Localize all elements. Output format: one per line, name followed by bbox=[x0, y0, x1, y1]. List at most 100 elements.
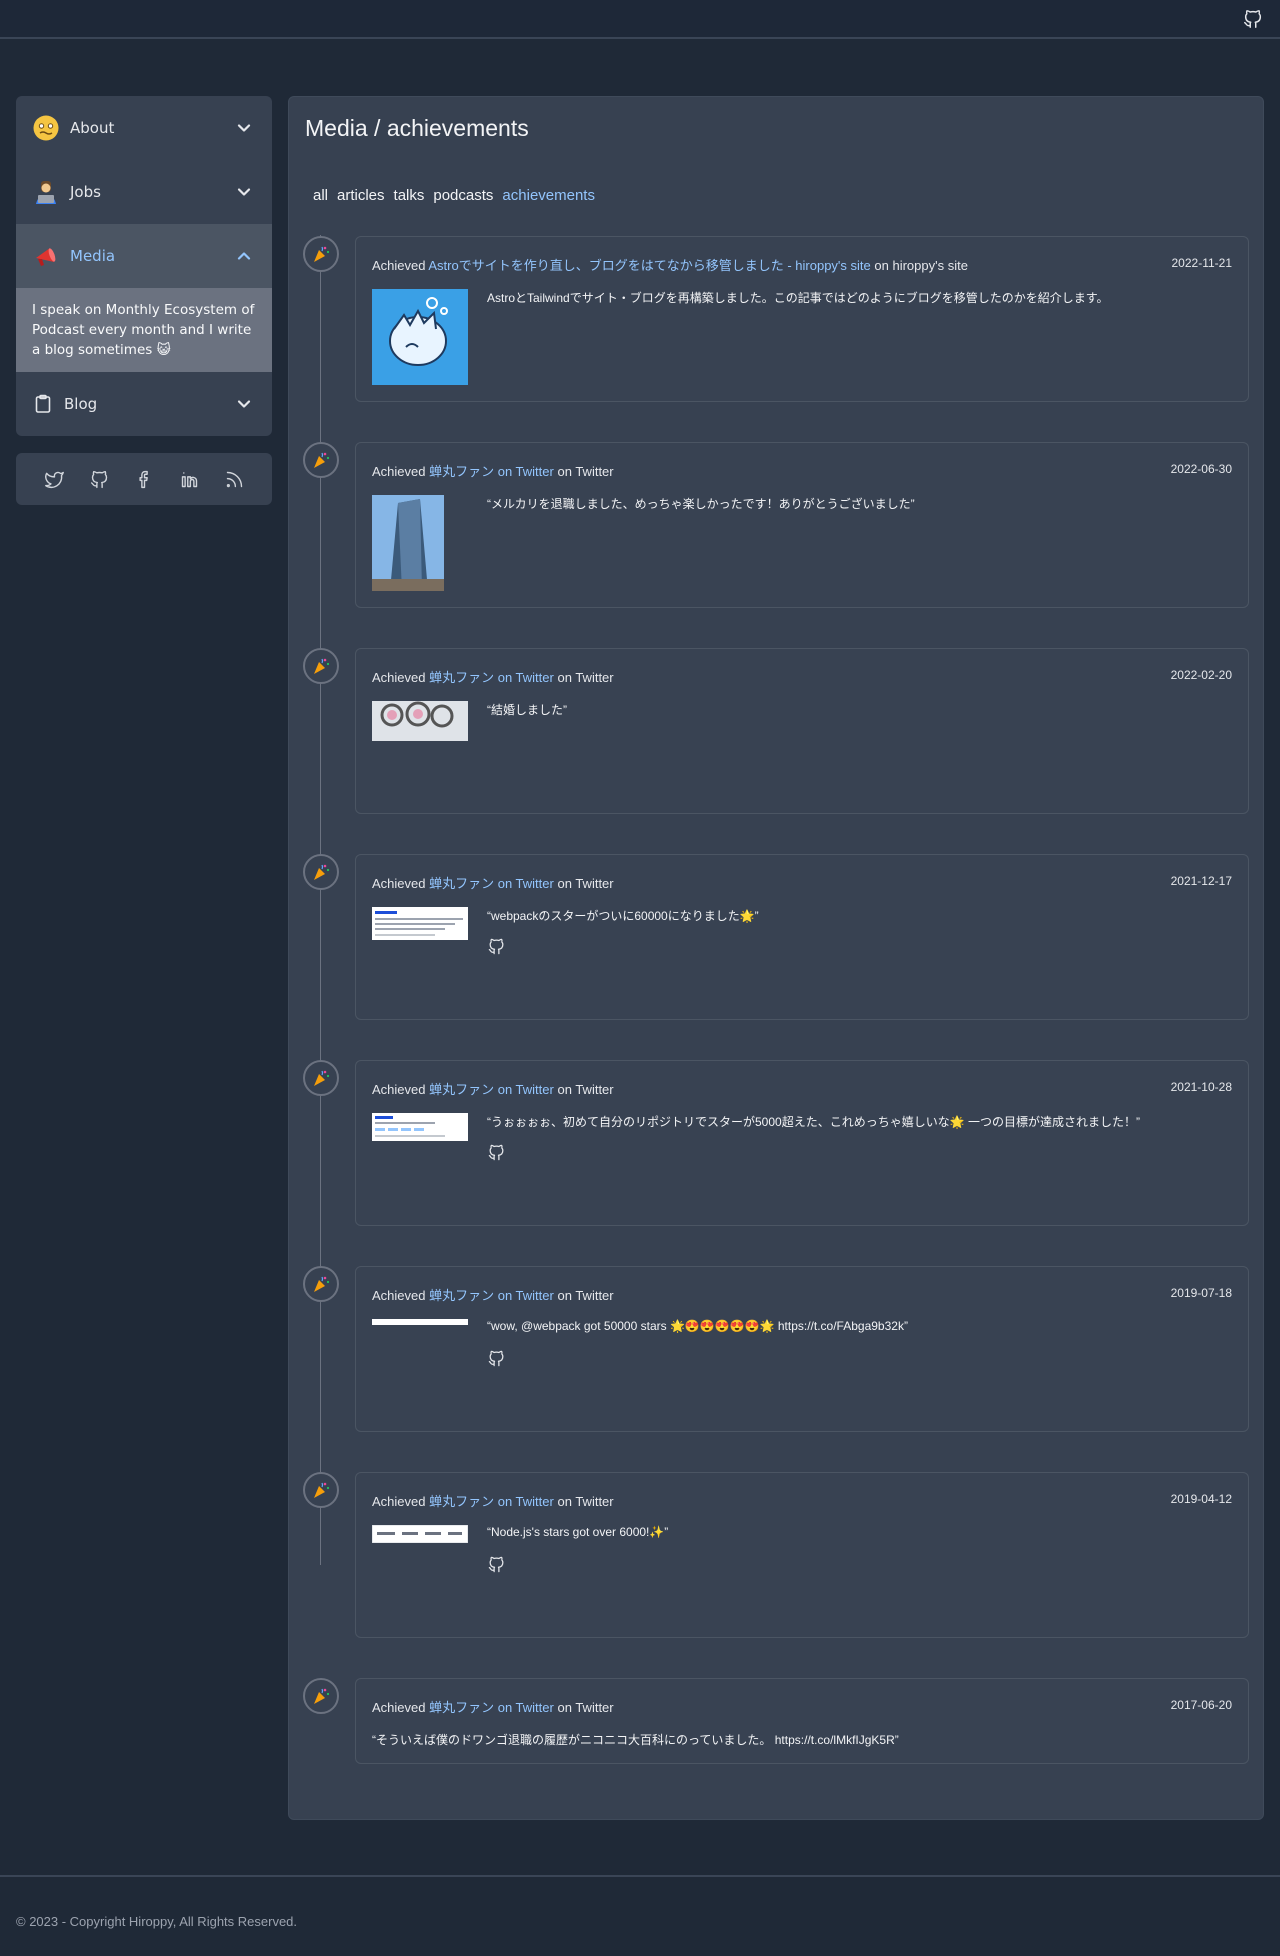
achieved-label: Achieved bbox=[372, 258, 426, 273]
site-name[interactable]: Twitter bbox=[575, 1082, 613, 1097]
achieved-label: Achieved bbox=[372, 1288, 426, 1303]
sidebar-item-blog[interactable]: Blog bbox=[16, 372, 272, 436]
site-name[interactable]: Twitter bbox=[575, 464, 613, 479]
github-icon[interactable] bbox=[89, 469, 110, 490]
tab-talks[interactable]: talks bbox=[394, 187, 425, 204]
on-label: on bbox=[557, 464, 572, 479]
github-icon[interactable] bbox=[487, 1143, 506, 1162]
sidebar-item-about[interactable]: About bbox=[16, 96, 272, 160]
achievement-card: Achieved 蝉丸ファン on Twitter on Twitter 202… bbox=[355, 854, 1249, 1020]
timeline-line bbox=[320, 235, 321, 1565]
achievement-link[interactable]: 蝉丸ファン on Twitter bbox=[429, 1288, 554, 1303]
linkedin-icon[interactable] bbox=[179, 469, 200, 490]
on-label: on bbox=[557, 1700, 572, 1715]
on-label: on bbox=[557, 876, 572, 891]
rss-icon[interactable] bbox=[224, 469, 245, 490]
sidebar-item-label: Media bbox=[70, 247, 116, 265]
twitter-icon[interactable] bbox=[44, 469, 65, 490]
site-name[interactable]: hiroppy's site bbox=[892, 258, 967, 273]
media-description: I speak on Monthly Ecosystem of Podcast … bbox=[16, 288, 272, 372]
thumbnail-image[interactable] bbox=[372, 907, 468, 940]
card-heading: Achieved 蝉丸ファン on Twitter on Twitter bbox=[372, 667, 614, 686]
chevron-down-icon bbox=[237, 188, 251, 196]
card-heading: Achieved 蝉丸ファン on Twitter on Twitter bbox=[372, 873, 614, 892]
achieved-label: Achieved bbox=[372, 464, 426, 479]
on-label: on bbox=[557, 670, 572, 685]
thumbnail-image[interactable] bbox=[372, 1525, 468, 1543]
sidebar-item-label: Jobs bbox=[70, 183, 101, 201]
achievement-card: Achieved 蝉丸ファン on Twitter on Twitter 201… bbox=[355, 1266, 1249, 1432]
tab-all[interactable]: all bbox=[313, 187, 328, 204]
entry-date: 2022-11-21 bbox=[1171, 256, 1233, 270]
achievement-link[interactable]: Astroでサイトを作り直し、ブログをはてなから移管しました - hiroppy… bbox=[428, 258, 870, 273]
entry-description: “結婚しました” bbox=[487, 703, 567, 717]
party-popper-icon bbox=[303, 1472, 339, 1508]
site-name[interactable]: Twitter bbox=[575, 1700, 613, 1715]
thumbnail-image[interactable] bbox=[372, 1113, 468, 1141]
tab-podcasts[interactable]: podcasts bbox=[433, 187, 493, 204]
sidebar-item-media[interactable]: Media bbox=[16, 224, 272, 288]
card-heading: Achieved 蝉丸ファン on Twitter on Twitter bbox=[372, 1697, 614, 1716]
woozy-face-icon bbox=[32, 114, 60, 142]
on-label: on bbox=[874, 258, 889, 273]
page-title: Media / achievements bbox=[305, 115, 529, 141]
entry-date: 2022-02-20 bbox=[1170, 668, 1232, 682]
facebook-icon[interactable] bbox=[134, 469, 155, 490]
party-popper-icon bbox=[303, 1060, 339, 1096]
entry-description: AstroとTailwindでサイト・ブログを再構築しました。この記事ではどのよ… bbox=[487, 291, 1109, 305]
thumbnail-image[interactable] bbox=[372, 289, 468, 385]
party-popper-icon bbox=[303, 1678, 339, 1714]
achievement-card: Achieved 蝉丸ファン on Twitter on Twitter 201… bbox=[355, 1472, 1249, 1638]
achievement-card: Achieved 蝉丸ファン on Twitter on Twitter 202… bbox=[355, 442, 1249, 608]
achievement-link[interactable]: 蝉丸ファン on Twitter bbox=[429, 1494, 554, 1509]
achievement-link[interactable]: 蝉丸ファン on Twitter bbox=[429, 464, 554, 479]
github-icon[interactable] bbox=[487, 1555, 506, 1574]
entry-date: 2019-04-12 bbox=[1170, 1492, 1232, 1506]
entry-description: “メルカリを退職しました、めっちゃ楽しかったです！ありがとうございました” bbox=[487, 497, 915, 511]
thumbnail-image[interactable] bbox=[372, 1319, 468, 1325]
site-name[interactable]: Twitter bbox=[575, 1494, 613, 1509]
entry-description: “そういえば僕のドワンゴ退職の履歴がニコニコ大百科にのっていました。 https… bbox=[372, 1733, 899, 1747]
copyright-text: © 2023 - Copyright Hiroppy, All Rights R… bbox=[16, 1914, 298, 1929]
entry-description: “wow, @webpack got 50000 stars 🌟😍😍😍😍😍🌟 h… bbox=[487, 1319, 908, 1333]
entry-date: 2021-10-28 bbox=[1170, 1080, 1232, 1094]
sidebar-item-jobs[interactable]: Jobs bbox=[16, 160, 272, 224]
entry-date: 2022-06-30 bbox=[1170, 462, 1232, 476]
party-popper-icon bbox=[303, 648, 339, 684]
tab-achievements[interactable]: achievements bbox=[502, 187, 595, 204]
site-name[interactable]: Twitter bbox=[575, 876, 613, 891]
site-name[interactable]: Twitter bbox=[575, 1288, 613, 1303]
card-heading: Achieved 蝉丸ファン on Twitter on Twitter bbox=[372, 1079, 614, 1098]
achieved-label: Achieved bbox=[372, 876, 426, 891]
sidebar: About Jobs Media I speak on Monthly Ecos… bbox=[16, 96, 272, 505]
thumbnail-image[interactable] bbox=[372, 495, 444, 591]
entry-description: “Node.js's stars got over 6000!✨” bbox=[487, 1525, 669, 1539]
site-name[interactable]: Twitter bbox=[575, 670, 613, 685]
megaphone-icon bbox=[32, 242, 60, 270]
tab-articles[interactable]: articles bbox=[337, 187, 385, 204]
chevron-down-icon bbox=[237, 124, 251, 132]
party-popper-icon bbox=[303, 854, 339, 890]
entry-description: “webpackのスターがついに60000になりました🌟” bbox=[487, 909, 759, 923]
achievement-link[interactable]: 蝉丸ファン on Twitter bbox=[429, 670, 554, 685]
github-icon[interactable] bbox=[487, 937, 506, 956]
achievement-link[interactable]: 蝉丸ファン on Twitter bbox=[429, 1700, 554, 1715]
achieved-label: Achieved bbox=[372, 1082, 426, 1097]
card-heading: Achieved 蝉丸ファン on Twitter on Twitter bbox=[372, 1285, 614, 1304]
card-heading: Achieved 蝉丸ファン on Twitter on Twitter bbox=[372, 1491, 614, 1510]
achievement-link[interactable]: 蝉丸ファン on Twitter bbox=[429, 876, 554, 891]
main-panel: Media / achievements all articles talks … bbox=[288, 96, 1264, 1820]
thumbnail-image[interactable] bbox=[372, 701, 468, 741]
github-icon[interactable] bbox=[487, 1349, 506, 1368]
card-heading: Achieved Astroでサイトを作り直し、ブログをはてなから移管しました … bbox=[372, 255, 968, 274]
entry-date: 2019-07-18 bbox=[1170, 1286, 1232, 1300]
party-popper-icon bbox=[303, 236, 339, 272]
achievement-card: Achieved Astroでサイトを作り直し、ブログをはてなから移管しました … bbox=[355, 236, 1249, 402]
achieved-label: Achieved bbox=[372, 1494, 426, 1509]
top-bar bbox=[0, 0, 1280, 39]
sidebar-nav: About Jobs Media I speak on Monthly Ecos… bbox=[16, 96, 272, 436]
footer: © 2023 - Copyright Hiroppy, All Rights R… bbox=[0, 1875, 1280, 1956]
chevron-down-icon bbox=[237, 400, 251, 408]
github-icon[interactable] bbox=[1242, 8, 1264, 30]
achievement-link[interactable]: 蝉丸ファン on Twitter bbox=[429, 1082, 554, 1097]
